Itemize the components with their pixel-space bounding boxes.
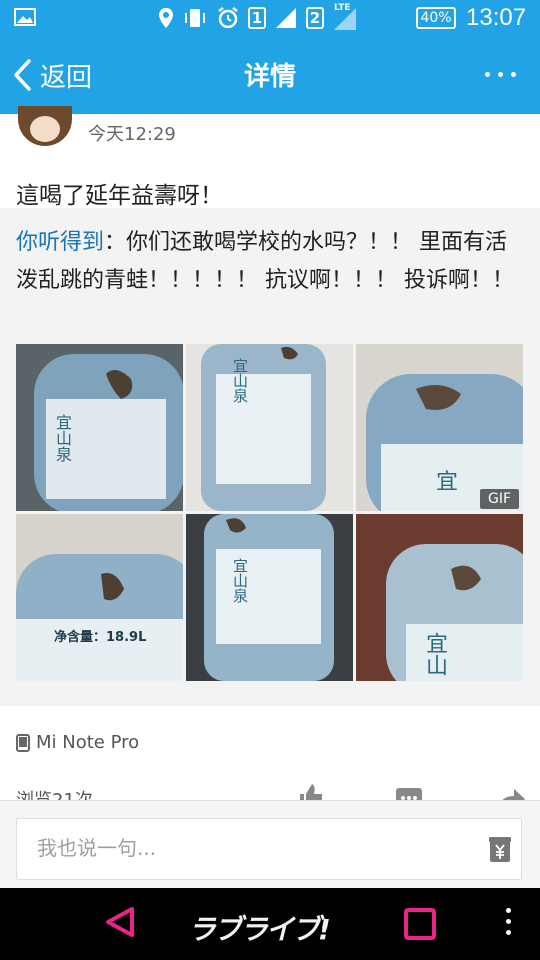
comment-input[interactable]: [35, 819, 479, 877]
bottle-label: 宜山泉: [53, 414, 72, 462]
header-bar: 返回 详情: [0, 36, 540, 114]
bottle-label: 宜山: [422, 632, 447, 676]
image-thumbnail[interactable]: 宜山: [356, 514, 523, 681]
avatar[interactable]: [18, 106, 72, 146]
gallery-icon: [14, 8, 36, 26]
comment-icon[interactable]: [394, 786, 424, 800]
share-icon[interactable]: [496, 784, 526, 800]
quoted-username[interactable]: 你听得到: [16, 230, 104, 255]
quoted-post[interactable]: 你听得到：你们还敢喝学校的水吗？！！ 里面有活泼乱跳的青蛙！！！！！ 抗议啊！！…: [0, 208, 540, 706]
sim1-indicator: 1: [248, 7, 266, 29]
image-thumbnail[interactable]: 净含量：18.9L: [16, 514, 183, 681]
bottle-label: 宜山泉: [231, 358, 249, 403]
view-count: 浏览21次: [16, 786, 93, 800]
action-row: [290, 782, 530, 800]
quoted-post-text: 你听得到：你们还敢喝学校的水吗？！！ 里面有活泼乱跳的青蛙！！！！！ 抗议啊！！…: [16, 224, 524, 300]
clock: 13:07: [466, 4, 527, 31]
bottle-label: 宜山泉: [231, 558, 249, 603]
comment-bar: [0, 800, 540, 889]
image-thumbnail[interactable]: 宜山泉: [186, 514, 353, 681]
bottle-label: 净含量：18.9L: [54, 630, 147, 645]
reward-icon[interactable]: [489, 835, 511, 863]
location-icon: [159, 8, 173, 28]
page-title: 详情: [243, 62, 296, 92]
image-thumbnail[interactable]: 宜山泉: [16, 344, 183, 511]
post-time: 今天12:29: [88, 124, 176, 145]
image-grid: 宜山泉 宜山泉 宜 GIF 净含量：18.9L 宜山泉 宜山: [16, 344, 524, 682]
image-thumbnail[interactable]: 宜山泉: [186, 344, 353, 511]
more-icon[interactable]: [485, 72, 516, 77]
sim2-indicator: 2: [306, 7, 324, 29]
nav-back-icon[interactable]: [104, 906, 136, 938]
phone-icon: [16, 733, 30, 752]
device-name: Mi Note Pro: [36, 732, 140, 753]
vibrate-icon: [185, 9, 205, 27]
nav-menu-icon[interactable]: [506, 908, 511, 935]
nav-home-icon[interactable]: [404, 908, 436, 940]
image-thumbnail[interactable]: 宜 GIF: [356, 344, 523, 511]
quote-separator: ：: [104, 230, 127, 255]
battery-indicator: 40%: [416, 7, 456, 29]
signal-icon: [276, 8, 296, 28]
like-icon[interactable]: [294, 782, 324, 800]
system-nav-bar: ラブライブ!: [0, 888, 540, 960]
bottle-label: 宜: [436, 470, 459, 495]
brand-logo[interactable]: ラブライブ!: [188, 908, 331, 948]
alarm-icon: [218, 7, 238, 29]
comment-input-box[interactable]: [16, 818, 522, 880]
post-text: 這喝了延年益壽呀！: [16, 183, 223, 209]
device-info: Mi Note Pro: [16, 732, 139, 753]
gif-badge: GIF: [479, 489, 519, 509]
lte-signal-icon: LTE: [332, 3, 358, 31]
status-bar: 1 2 LTE 40% 13:07: [0, 0, 540, 36]
